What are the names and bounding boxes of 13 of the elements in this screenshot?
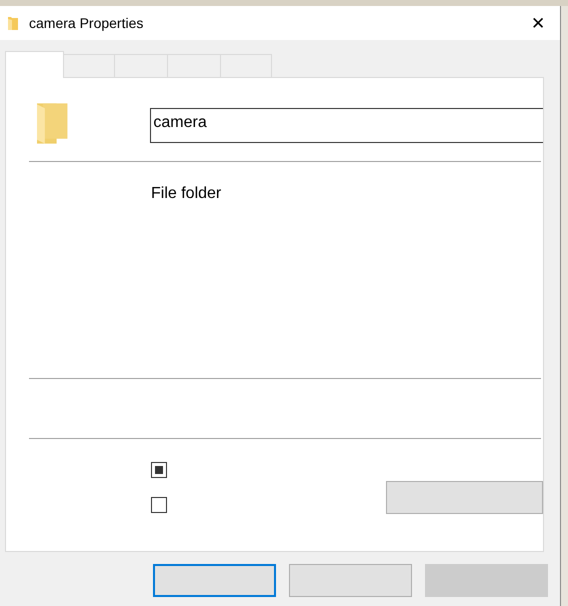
folder-icon [37,103,68,144]
checkbox[interactable] [151,497,167,513]
name-field[interactable]: camera [150,108,543,143]
dialog-button[interactable] [153,564,276,597]
action-button[interactable] [386,481,543,514]
close-button[interactable]: ✕ [530,15,546,31]
type-label: File folder [151,184,222,204]
dialog-button[interactable] [289,564,412,597]
tab[interactable] [5,51,64,78]
window-title: camera Properties [29,14,144,33]
checkbox[interactable] [151,462,167,478]
folder-icon [8,16,18,30]
tab[interactable] [220,54,272,77]
